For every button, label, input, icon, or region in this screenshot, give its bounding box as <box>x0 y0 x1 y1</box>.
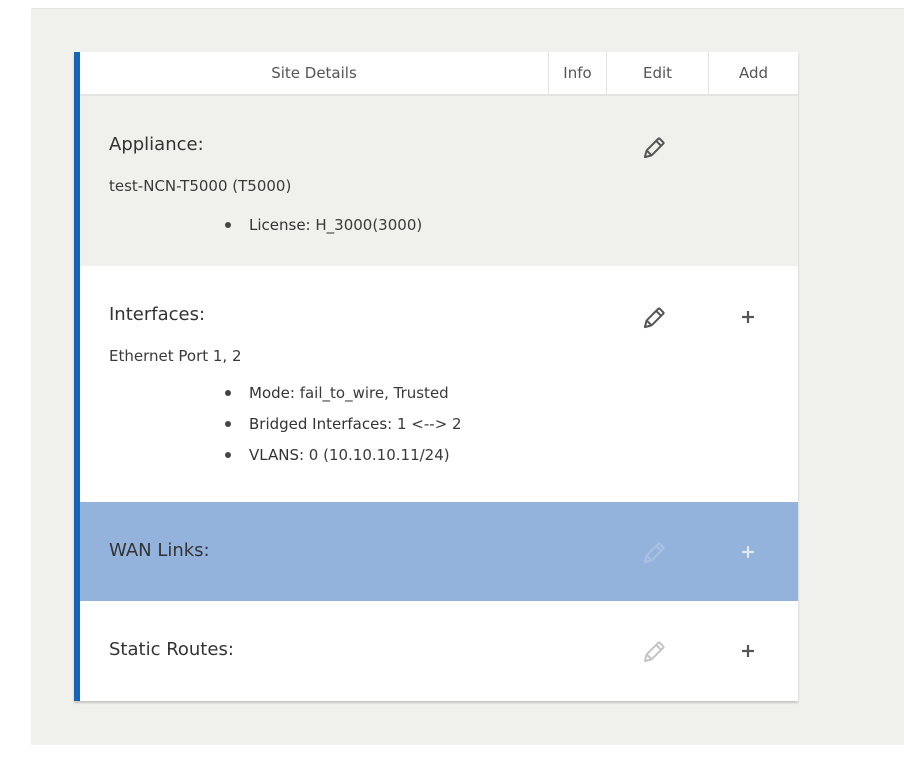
list-item: Bridged Interfaces: 1 <--> 2 <box>225 414 462 445</box>
bullet-dot <box>225 222 231 228</box>
vlans-value: 0 (10.10.10.11/24) <box>304 446 450 464</box>
interfaces-section: Interfaces: Ethernet Port 1, 2 Mode: fai… <box>80 266 798 502</box>
license-key: License: <box>249 216 311 234</box>
bridged-interfaces-value: 1 <--> 2 <box>392 415 462 433</box>
site-details-panel: Site Details Info Edit Add Appliance: te… <box>74 52 798 701</box>
static-routes-add-button[interactable] <box>733 636 763 666</box>
plus-icon <box>742 546 754 558</box>
bullet-dot <box>225 421 231 427</box>
interfaces-edit-button[interactable] <box>638 304 668 334</box>
list-item: Mode: fail_to_wire, Trusted <box>225 383 462 414</box>
mode-key: Mode: <box>249 384 295 402</box>
static-routes-section: Static Routes: <box>80 601 798 701</box>
wan-links-edit-button[interactable] <box>638 539 668 569</box>
list-item: License: H_3000(3000) <box>225 215 422 246</box>
pencil-icon <box>643 307 665 329</box>
wan-links-add-button[interactable] <box>733 537 763 567</box>
appliance-model: test-NCN-T5000 (T5000) <box>109 177 292 195</box>
pencil-icon <box>643 137 665 159</box>
header-info: Info <box>548 52 606 94</box>
header-edit: Edit <box>606 52 708 94</box>
interfaces-add-button[interactable] <box>733 302 763 332</box>
plus-icon <box>742 311 754 323</box>
interfaces-ports: Ethernet Port 1, 2 <box>109 347 242 365</box>
bridged-interfaces-key: Bridged Interfaces: <box>249 415 393 433</box>
vlans-key: VLANS: <box>249 446 305 464</box>
header-site-details: Site Details <box>271 64 357 82</box>
static-routes-title: Static Routes: <box>109 639 234 660</box>
wan-links-section[interactable]: WAN Links: <box>80 502 798 601</box>
wan-links-title: WAN Links: <box>109 540 210 561</box>
interfaces-title: Interfaces: <box>109 304 206 325</box>
appliance-section: Appliance: test-NCN-T5000 (T5000) Licens… <box>80 96 798 266</box>
site-details-header: Site Details Info Edit Add <box>80 52 798 96</box>
mode-value: fail_to_wire, Trusted <box>294 384 449 402</box>
bullet-dot <box>225 390 231 396</box>
header-add: Add <box>708 52 798 94</box>
interfaces-details: Mode: fail_to_wire, Trusted Bridged Inte… <box>225 383 462 467</box>
pencil-icon <box>643 641 665 663</box>
appliance-title: Appliance: <box>109 134 204 155</box>
list-item: VLANS: 0 (10.10.10.11/24) <box>225 445 462 467</box>
pencil-icon <box>643 542 665 564</box>
appliance-details: License: H_3000(3000) <box>225 215 422 246</box>
plus-icon <box>742 645 754 657</box>
static-routes-edit-button[interactable] <box>638 638 668 668</box>
appliance-edit-button[interactable] <box>638 134 668 164</box>
license-value: H_3000(3000) <box>310 216 423 234</box>
bullet-dot <box>225 452 231 458</box>
